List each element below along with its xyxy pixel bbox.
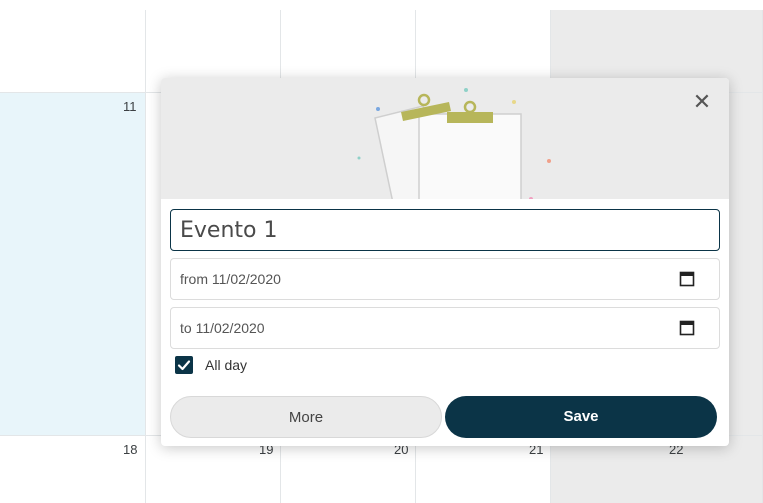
selected-day-cell[interactable] [0,92,146,435]
checkmark-icon [177,360,191,371]
save-button[interactable]: Save [445,396,717,438]
event-title-input[interactable] [170,209,720,251]
day-number: 18 [123,442,138,457]
day-number: 11 [123,99,137,114]
calendar-day-cell[interactable] [0,10,146,92]
end-date-text: to 11/02/2020 [180,320,265,336]
all-day-label: All day [205,357,248,373]
calendar-icon[interactable] [679,319,695,337]
close-icon[interactable]: ✕ [691,92,713,114]
popover-illustration-header: ✕ [161,78,729,199]
more-button[interactable]: More [170,396,442,438]
event-quick-add-popover: ✕ from 11/02/2020 to 11/02/2020 All day … [161,78,729,446]
calendar-icon[interactable] [679,270,695,288]
clipboard-illustration [357,88,551,199]
start-date-field[interactable]: from 11/02/2020 [170,258,720,300]
popover-arrow [149,250,161,272]
all-day-checkbox[interactable] [175,356,193,374]
end-date-field[interactable]: to 11/02/2020 [170,307,720,349]
start-date-text: from 11/02/2020 [180,271,281,287]
